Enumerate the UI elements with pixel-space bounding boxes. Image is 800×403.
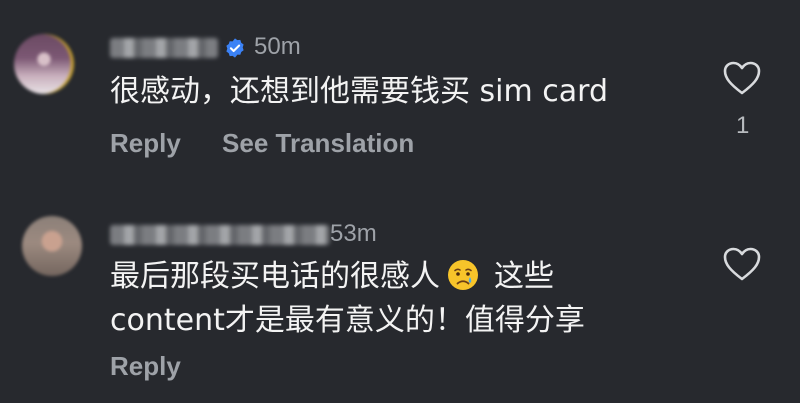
- username-blurred[interactable]: [110, 38, 218, 58]
- comment-actions: Reply: [110, 351, 215, 382]
- comment-timestamp: 53m: [330, 220, 377, 247]
- comment-text-line: 最后那段买电话的很感人 这些: [110, 255, 585, 299]
- comment-actions: Reply See Translation: [110, 128, 448, 159]
- like-count: 1: [736, 112, 750, 139]
- verified-badge-icon: [226, 38, 244, 58]
- comment-text-segment: 这些: [494, 259, 554, 294]
- comment-text-line: content才是最有意义的！值得分享: [110, 303, 585, 338]
- avatar[interactable]: [22, 216, 82, 276]
- reply-button[interactable]: Reply: [110, 351, 181, 381]
- comment: 50m 很感动，还想到他需要钱买 sim card Reply See Tran…: [0, 0, 800, 190]
- comment-text: 很感动，还想到他需要钱买 sim card: [110, 74, 608, 109]
- comment-timestamp: 50m: [254, 33, 301, 60]
- see-translation-button[interactable]: See Translation: [222, 128, 414, 158]
- comment: 53m 最后那段买电话的很感人 这些 content才是最有意义的！值得分享 R…: [0, 195, 800, 403]
- comment-text-segment: 最后那段买电话的很感人: [110, 259, 440, 294]
- like-heart-icon[interactable]: [722, 60, 762, 96]
- username-blurred[interactable]: [110, 225, 330, 245]
- comment-text: 最后那段买电话的很感人 这些 content才是最有意义的！值得分享: [110, 255, 585, 343]
- reply-button[interactable]: Reply: [110, 128, 181, 158]
- avatar[interactable]: [14, 34, 74, 94]
- crying-face-icon: [448, 260, 478, 290]
- like-heart-icon[interactable]: [722, 246, 762, 282]
